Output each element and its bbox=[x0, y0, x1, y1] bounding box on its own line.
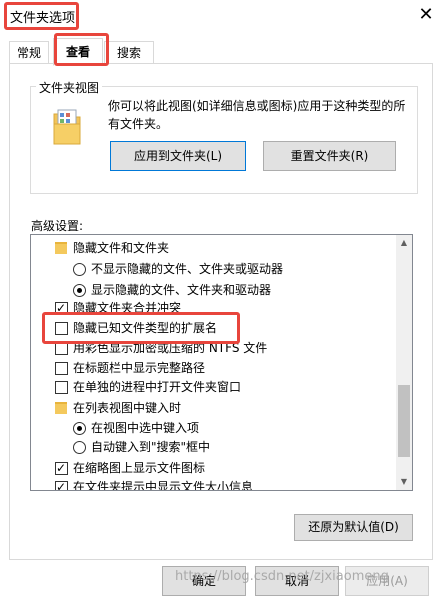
reset-folders-button[interactable]: 重置文件夹(R) bbox=[263, 141, 396, 171]
list-scrollbar[interactable]: ▲ ▼ bbox=[396, 235, 412, 490]
tab-search[interactable]: 搜索 bbox=[104, 41, 154, 64]
scroll-up-icon[interactable]: ▲ bbox=[396, 235, 412, 251]
list-item-label: 隐藏文件夹合并冲突 bbox=[73, 301, 182, 315]
ok-button[interactable]: 确定 bbox=[162, 566, 246, 596]
radio-button[interactable] bbox=[73, 422, 86, 435]
checkbox[interactable] bbox=[55, 381, 68, 394]
list-item-label: 在文件夹提示中显示文件大小信息 bbox=[73, 480, 254, 491]
apply-to-folders-button[interactable]: 应用到文件夹(L) bbox=[110, 141, 246, 171]
folder-view-icon bbox=[52, 108, 82, 146]
radio-button[interactable] bbox=[73, 263, 86, 276]
checkbox[interactable] bbox=[55, 477, 68, 490]
close-icon[interactable]: ✕ bbox=[415, 4, 437, 26]
checkbox[interactable] bbox=[55, 342, 68, 355]
restore-defaults-button[interactable]: 还原为默认值(D) bbox=[294, 514, 413, 541]
tab-view[interactable]: 查看 bbox=[53, 38, 103, 66]
list-item-label: 不显示隐藏的文件、文件夹或驱动器 bbox=[91, 262, 284, 276]
cancel-button[interactable]: 取消 bbox=[255, 566, 339, 596]
checkbox[interactable] bbox=[55, 298, 68, 319]
checkbox[interactable] bbox=[55, 322, 68, 335]
list-item-label: 在缩略图上显示文件图标 bbox=[73, 461, 206, 475]
list-item-label: 隐藏已知文件类型的扩展名 bbox=[73, 321, 218, 335]
folder-views-title: 文件夹视图 bbox=[36, 79, 103, 96]
checkbox[interactable] bbox=[55, 458, 68, 479]
list-item-label: 隐藏文件和文件夹 bbox=[73, 241, 170, 255]
folder-views-description: 你可以将此视图(如详细信息或图标)应用于这种类型的所有文件夹。 bbox=[108, 99, 406, 131]
list-item-label: 在单独的进程中打开文件夹窗口 bbox=[73, 380, 242, 394]
window-title: 文件夹选项 bbox=[10, 11, 76, 26]
radio-button[interactable] bbox=[73, 284, 86, 297]
list-item-label: 用彩色显示加密或压缩的 NTFS 文件 bbox=[73, 341, 268, 355]
list-item-label: 在标题栏中显示完整路径 bbox=[73, 361, 206, 375]
list-item-label: 自动键入到"搜索"框中 bbox=[91, 440, 211, 454]
apply-button[interactable]: 应用(A) bbox=[345, 566, 429, 596]
advanced-settings-list[interactable]: 隐藏文件和文件夹 不显示隐藏的文件、文件夹或驱动器 显示隐藏的文件、文件夹和驱动… bbox=[30, 234, 413, 491]
advanced-settings-label: 高级设置: bbox=[31, 219, 84, 233]
list-item-label: 在视图中选中键入项 bbox=[91, 421, 200, 435]
folder-icon bbox=[55, 242, 67, 254]
scroll-thumb[interactable] bbox=[398, 385, 410, 457]
radio-button[interactable] bbox=[73, 441, 86, 454]
title-bar: 文件夹选项 ✕ bbox=[0, 0, 444, 32]
checkbox[interactable] bbox=[55, 362, 68, 375]
folder-icon bbox=[55, 402, 67, 414]
list-item-label: 在列表视图中键入时 bbox=[73, 401, 182, 415]
tab-general[interactable]: 常规 bbox=[9, 41, 49, 64]
scroll-down-icon[interactable]: ▼ bbox=[396, 474, 412, 490]
